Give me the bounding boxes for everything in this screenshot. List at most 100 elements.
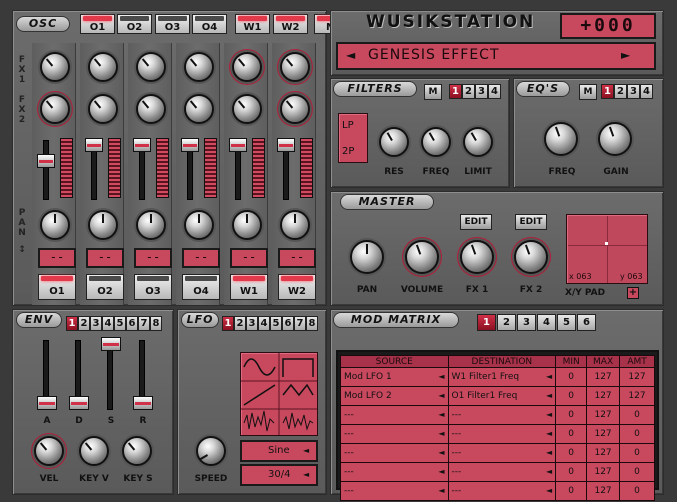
mod-dest-cell[interactable]: O1 Filter1 Freq ◄: [447, 386, 557, 406]
env-tab-1[interactable]: 1: [66, 316, 78, 331]
fx2-knob-w1[interactable]: [232, 94, 262, 124]
dropdown-arrow-icon[interactable]: ◄: [438, 429, 444, 438]
dropdown-arrow-icon[interactable]: ◄: [438, 467, 444, 476]
fx2-knob-o1[interactable]: [40, 94, 70, 124]
dropdown-arrow-icon[interactable]: ◄: [546, 486, 552, 495]
mod-min-cell[interactable]: 0: [555, 443, 588, 463]
env-tab-7[interactable]: 7: [138, 316, 150, 331]
preset-name[interactable]: GENESIS EFFECT: [368, 47, 628, 63]
mod-tab-5[interactable]: 5: [557, 314, 576, 331]
dropdown-arrow-icon[interactable]: ◄: [438, 372, 444, 381]
mod-tab-3[interactable]: 3: [517, 314, 536, 331]
mod-min-cell[interactable]: 0: [555, 462, 588, 482]
channel-display-o2[interactable]: --: [86, 248, 124, 268]
lfo-rate-arrow-icon[interactable]: ◄: [303, 470, 309, 479]
filter-limit-knob[interactable]: [463, 127, 493, 157]
osc-select-o1[interactable]: O1: [80, 14, 115, 34]
osc-select-o3[interactable]: O3: [155, 14, 190, 34]
dropdown-arrow-icon[interactable]: ◄: [438, 391, 444, 400]
filters-tab-1[interactable]: 1: [449, 84, 462, 99]
fx1-knob-o2[interactable]: [88, 52, 118, 82]
env-sustain-fader[interactable]: [101, 337, 121, 351]
mod-amt-cell[interactable]: 0: [619, 462, 655, 482]
env-keyv-knob[interactable]: [79, 436, 109, 466]
channel-display-o1[interactable]: --: [38, 248, 76, 268]
filters-tab-2[interactable]: 2: [462, 84, 475, 99]
channel-button-o3[interactable]: O3: [134, 274, 172, 300]
dropdown-arrow-icon[interactable]: ◄: [438, 448, 444, 457]
dropdown-arrow-icon[interactable]: ◄: [546, 429, 552, 438]
lfo-wave-arrow-icon[interactable]: ◄: [303, 446, 309, 455]
env-tab-8[interactable]: 8: [150, 316, 162, 331]
channel-button-o2[interactable]: O2: [86, 274, 124, 300]
dropdown-arrow-icon[interactable]: ◄: [546, 391, 552, 400]
eqs-tab-2[interactable]: 2: [614, 84, 627, 99]
mod-min-cell[interactable]: 0: [555, 386, 588, 406]
channel-display-o3[interactable]: --: [134, 248, 172, 268]
mod-max-cell[interactable]: 127: [586, 367, 621, 387]
channel-button-w1[interactable]: W1: [230, 274, 268, 300]
mod-amt-cell[interactable]: 0: [619, 481, 655, 501]
fx2-knob-w2[interactable]: [280, 94, 310, 124]
master-fx1-knob[interactable]: [460, 240, 494, 274]
lfo-tab-8[interactable]: 8: [306, 316, 318, 331]
volume-fader-w2[interactable]: [277, 138, 295, 152]
volume-fader-w1[interactable]: [229, 138, 247, 152]
lfo-tab-5[interactable]: 5: [270, 316, 282, 331]
osc-select-w1[interactable]: W1: [235, 14, 270, 34]
dropdown-arrow-icon[interactable]: ◄: [546, 372, 552, 381]
pan-knob-w1[interactable]: [232, 210, 262, 240]
fx1-knob-w2[interactable]: [280, 52, 310, 82]
mod-tab-1[interactable]: 1: [477, 314, 496, 331]
fx2-knob-o2[interactable]: [88, 94, 118, 124]
mod-dest-cell[interactable]: --- ◄: [447, 481, 557, 501]
channel-button-o1[interactable]: O1: [38, 274, 76, 300]
dropdown-arrow-icon[interactable]: ◄: [438, 486, 444, 495]
env-tab-6[interactable]: 6: [126, 316, 138, 331]
mod-min-cell[interactable]: 0: [555, 424, 588, 444]
filters-tab-4[interactable]: 4: [488, 84, 501, 99]
mod-max-cell[interactable]: 127: [586, 424, 621, 444]
eqs-m-button[interactable]: M: [579, 84, 597, 100]
mod-source-cell[interactable]: Mod LFO 1 ◄: [340, 367, 449, 387]
eq-freq-knob[interactable]: [544, 122, 578, 156]
mod-dest-cell[interactable]: --- ◄: [447, 424, 557, 444]
preset-next-icon[interactable]: ►: [621, 48, 630, 62]
volume-fader-o2[interactable]: [85, 138, 103, 152]
osc-select-o2[interactable]: O2: [117, 14, 152, 34]
mod-source-cell[interactable]: Mod LFO 2 ◄: [340, 386, 449, 406]
mod-dest-cell[interactable]: --- ◄: [447, 443, 557, 463]
channel-button-w2[interactable]: W2: [278, 274, 316, 300]
volume-fader-o4[interactable]: [181, 138, 199, 152]
filters-m-button[interactable]: M: [424, 84, 442, 100]
mod-source-cell[interactable]: --- ◄: [340, 424, 449, 444]
pan-knob-o2[interactable]: [88, 210, 118, 240]
channel-display-w2[interactable]: --: [278, 248, 316, 268]
fx1-knob-w1[interactable]: [232, 52, 262, 82]
mod-dest-cell[interactable]: --- ◄: [447, 462, 557, 482]
env-release-fader[interactable]: [133, 396, 153, 410]
lfo-tab-3[interactable]: 3: [246, 316, 258, 331]
pan-knob-o4[interactable]: [184, 210, 214, 240]
lfo-tab-2[interactable]: 2: [234, 316, 246, 331]
mod-source-cell[interactable]: --- ◄: [340, 481, 449, 501]
dropdown-arrow-icon[interactable]: ◄: [438, 410, 444, 419]
mod-min-cell[interactable]: 0: [555, 481, 588, 501]
channel-display-o4[interactable]: --: [182, 248, 220, 268]
preset-prev-icon[interactable]: ◄: [346, 48, 355, 62]
fx2-edit-button[interactable]: EDIT: [515, 214, 547, 230]
lfo-tab-4[interactable]: 4: [258, 316, 270, 331]
lfo-waveform-selector[interactable]: [240, 352, 318, 436]
eq-gain-knob[interactable]: [598, 122, 632, 156]
mod-tab-6[interactable]: 6: [577, 314, 596, 331]
dropdown-arrow-icon[interactable]: ◄: [546, 467, 552, 476]
volume-fader-o1[interactable]: [37, 154, 55, 168]
eqs-tab-4[interactable]: 4: [640, 84, 653, 99]
fx1-knob-o3[interactable]: [136, 52, 166, 82]
xy-pad-cursor[interactable]: [605, 242, 608, 245]
env-decay-fader[interactable]: [69, 396, 89, 410]
env-tab-4[interactable]: 4: [102, 316, 114, 331]
mod-max-cell[interactable]: 127: [586, 405, 621, 425]
fx2-knob-o3[interactable]: [136, 94, 166, 124]
mod-tab-2[interactable]: 2: [497, 314, 516, 331]
